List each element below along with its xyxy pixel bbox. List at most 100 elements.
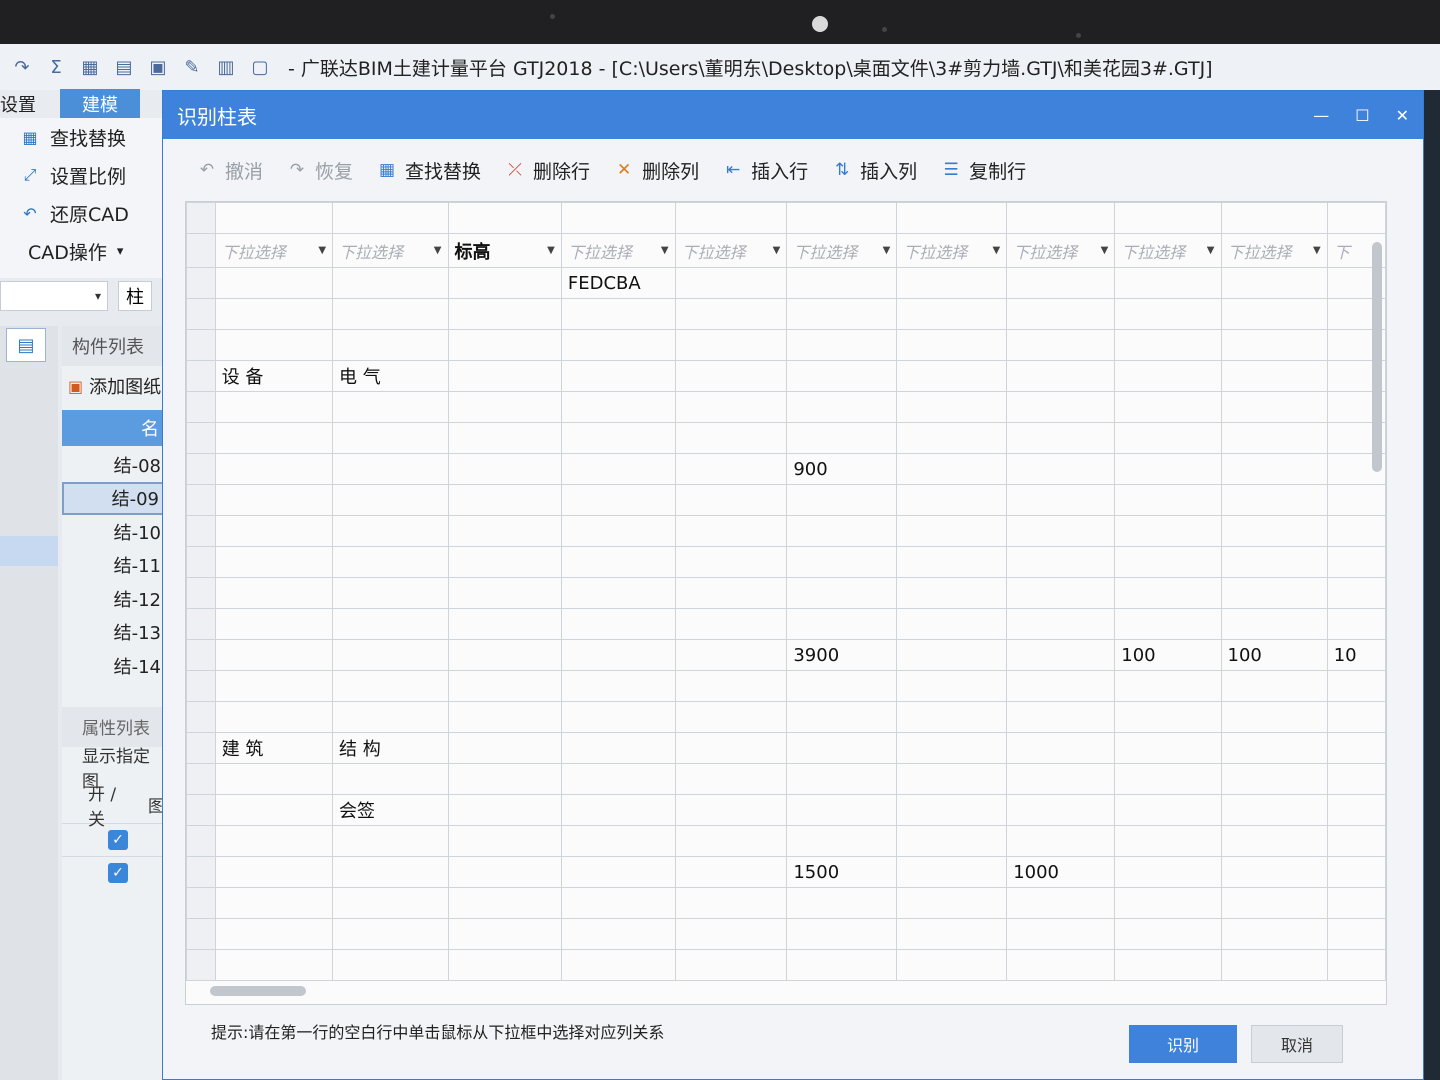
maximize-icon[interactable]: ☐ <box>1355 106 1369 125</box>
grid-cell[interactable] <box>674 856 788 888</box>
grid-cell[interactable] <box>674 202 788 234</box>
grid-cell[interactable] <box>214 329 334 361</box>
grid-cell[interactable] <box>1326 825 1386 857</box>
grid-cell[interactable] <box>447 391 562 423</box>
grid-cell[interactable] <box>1220 453 1328 485</box>
grid-cell[interactable] <box>332 639 449 671</box>
grid-cell[interactable] <box>1326 546 1386 578</box>
grid-cell[interactable]: 900 <box>786 453 898 485</box>
grid-icon[interactable]: ▥ <box>214 55 238 79</box>
grid-cell[interactable] <box>560 608 676 640</box>
grid-cell[interactable] <box>896 298 1008 330</box>
grid-cell[interactable] <box>1326 887 1386 919</box>
grid-cell[interactable] <box>447 763 562 795</box>
grid-cell[interactable] <box>214 577 334 609</box>
find-replace-button[interactable]: ▦ 查找替换 <box>0 118 165 156</box>
grid-cell[interactable] <box>1114 763 1222 795</box>
grid-cell[interactable] <box>1326 763 1386 795</box>
grid-cell[interactable] <box>447 546 562 578</box>
insert-row-button[interactable]: ⇤ 插入行 <box>721 157 808 184</box>
grid-cell[interactable] <box>214 856 334 888</box>
dropdown-select[interactable]: 下拉选择 ▼ <box>568 239 669 263</box>
grid-cell[interactable] <box>1006 298 1116 330</box>
grid-cell[interactable] <box>447 360 562 392</box>
grid-cell[interactable] <box>1220 701 1328 733</box>
undo-button[interactable]: ↶ 撤消 <box>195 157 263 184</box>
grid-cell[interactable] <box>1114 577 1222 609</box>
dropdown-select[interactable]: 下拉选择 ▼ <box>682 239 781 263</box>
grid-cell[interactable]: 1000 <box>1006 856 1116 888</box>
grid-cell[interactable] <box>1006 391 1116 423</box>
grid-cell[interactable] <box>332 298 449 330</box>
grid-cell[interactable] <box>214 670 334 702</box>
grid-cell[interactable] <box>1114 515 1222 547</box>
grid-cell[interactable] <box>332 825 449 857</box>
insert-column-button[interactable]: ⇅ 插入列 <box>830 157 917 184</box>
cad-operations-menu[interactable]: CAD操作 ▾ <box>0 232 165 270</box>
grid-cell[interactable] <box>674 267 788 299</box>
grid-cell[interactable] <box>1006 453 1116 485</box>
grid-cell[interactable] <box>1220 298 1328 330</box>
grid-cell[interactable] <box>896 949 1008 981</box>
grid-cell[interactable] <box>786 608 898 640</box>
grid-cell[interactable] <box>1006 670 1116 702</box>
grid-cell[interactable]: 100 <box>1220 639 1328 671</box>
grid-cell[interactable] <box>786 202 898 234</box>
grid-cell[interactable] <box>1220 546 1328 578</box>
grid-cell[interactable] <box>560 670 676 702</box>
grid-cell[interactable] <box>332 484 449 516</box>
grid-cell[interactable] <box>896 732 1008 764</box>
grid-cell[interactable] <box>214 701 334 733</box>
add-layer-button[interactable]: ▣ 添加图纸 <box>62 366 165 406</box>
grid-cell[interactable] <box>1220 391 1328 423</box>
grid-cell[interactable] <box>214 918 334 950</box>
grid-cell[interactable] <box>674 577 788 609</box>
grid-cell[interactable] <box>896 202 1008 234</box>
grid-cell[interactable] <box>786 329 898 361</box>
grid-cell[interactable] <box>332 546 449 578</box>
grid-cell[interactable] <box>896 577 1008 609</box>
grid-cell[interactable] <box>674 360 788 392</box>
grid-cell[interactable] <box>896 763 1008 795</box>
grid-cell[interactable] <box>560 949 676 981</box>
grid-cell[interactable]: 10 <box>1326 639 1386 671</box>
grid-cell[interactable] <box>560 484 676 516</box>
grid-cell[interactable]: 电 气 <box>332 360 449 392</box>
component-list-header[interactable]: 名 <box>62 410 165 446</box>
component-item[interactable]: 结-09 <box>62 481 165 515</box>
floor-combo[interactable]: ▾ <box>0 281 108 311</box>
grid-cell[interactable] <box>447 453 562 485</box>
grid-cell[interactable] <box>786 422 898 454</box>
grid-cell[interactable] <box>1006 918 1116 950</box>
column-mapping-dropdown[interactable]: 下拉选择 ▼ <box>786 233 898 268</box>
grid-cell[interactable] <box>332 329 449 361</box>
grid-cell[interactable] <box>1220 484 1328 516</box>
dropdown-select[interactable]: 下拉选择 ▼ <box>903 239 1000 263</box>
dropdown-select[interactable]: 下拉选择 ▼ <box>1228 239 1321 263</box>
grid-cell[interactable] <box>1114 856 1222 888</box>
grid-cell[interactable] <box>674 298 788 330</box>
grid-cell[interactable] <box>214 484 334 516</box>
grid-cell[interactable] <box>1220 887 1328 919</box>
grid-cell[interactable] <box>896 453 1008 485</box>
set-scale-button[interactable]: ⤢ 设置比例 <box>0 156 165 194</box>
grid-cell[interactable] <box>214 267 334 299</box>
grid-cell[interactable] <box>1006 732 1116 764</box>
grid-cell[interactable] <box>447 577 562 609</box>
grid-cell[interactable] <box>1006 577 1116 609</box>
grid-cell[interactable] <box>1114 887 1222 919</box>
column-mapping-dropdown[interactable]: 下拉选择 ▼ <box>560 233 676 268</box>
grid-cell[interactable] <box>1114 329 1222 361</box>
grid-cell[interactable] <box>1220 329 1328 361</box>
grid-cell[interactable] <box>1006 701 1116 733</box>
grid-cell[interactable] <box>332 856 449 888</box>
grid-cell[interactable] <box>674 670 788 702</box>
grid-cell[interactable] <box>332 515 449 547</box>
grid-cell[interactable] <box>1114 453 1222 485</box>
grid-cell[interactable] <box>447 701 562 733</box>
grid-cell[interactable] <box>786 825 898 857</box>
grid-cell[interactable] <box>786 484 898 516</box>
grid-cell[interactable] <box>1114 391 1222 423</box>
grid-cell[interactable] <box>896 422 1008 454</box>
grid-cell[interactable] <box>674 887 788 919</box>
